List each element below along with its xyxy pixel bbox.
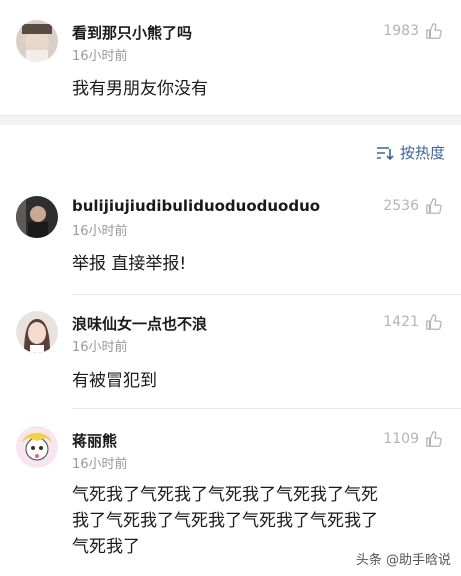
comment-time: 16小时前 (72, 224, 128, 239)
comment-text-line: 我了气死我了气死我了气死我了气死我了 (72, 511, 378, 531)
like-count: 1421 (383, 314, 419, 330)
comment-text: 举报 直接举报! (72, 254, 187, 274)
comment-time: 16小时前 (72, 49, 128, 64)
comment-time: 16小时前 (72, 457, 128, 472)
like-button[interactable]: 1421 (383, 313, 443, 331)
comment-author[interactable]: 浪味仙女一点也不浪 (72, 313, 207, 334)
like-button[interactable]: 1983 (383, 22, 443, 40)
watermark: 头条 @助手晗说 (355, 549, 451, 568)
comment-author[interactable]: bulijiujiudibuliduoduoduoduo (72, 197, 320, 215)
comment-text: 有被冒犯到 (72, 371, 157, 391)
sort-by-hot-button[interactable]: 按热度 (376, 142, 445, 163)
thumbs-up-icon (426, 314, 442, 330)
like-count: 2536 (383, 198, 419, 214)
avatar[interactable] (16, 196, 58, 238)
sort-icon (376, 146, 394, 160)
thumbs-up-icon (426, 198, 442, 214)
avatar[interactable] (16, 20, 58, 62)
comment-text-line: 气死我了气死我了气死我了气死我了气死 (72, 485, 378, 505)
avatar[interactable] (16, 311, 58, 353)
like-count: 1983 (383, 23, 419, 39)
comment-divider (72, 294, 461, 295)
like-button[interactable]: 1109 (383, 430, 443, 448)
comment-time: 16小时前 (72, 340, 128, 355)
like-button[interactable]: 2536 (383, 197, 443, 215)
thumbs-up-icon (426, 23, 442, 39)
comment-divider (72, 408, 461, 409)
section-divider (0, 115, 461, 125)
thumbs-up-icon (426, 431, 442, 447)
comment-author[interactable]: 看到那只小熊了吗 (72, 22, 192, 43)
comment-author[interactable]: 蒋丽熊 (72, 430, 117, 451)
like-count: 1109 (383, 431, 419, 447)
comment-text: 我有男朋友你没有 (72, 79, 208, 99)
avatar[interactable] (16, 426, 58, 468)
sort-label: 按热度 (399, 144, 445, 162)
